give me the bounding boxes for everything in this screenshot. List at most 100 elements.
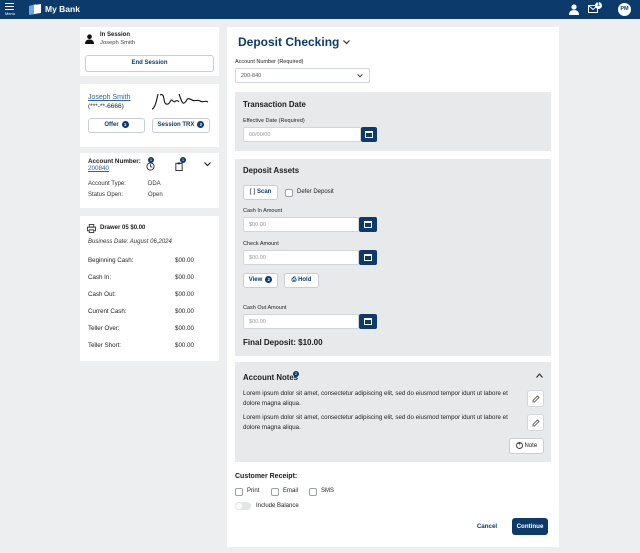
drawer-row-value: $00.00: [175, 308, 194, 315]
drawer-row-label: Teller Short:: [88, 342, 122, 349]
user-icon[interactable]: [569, 4, 579, 15]
chevron-down-icon: [357, 74, 363, 78]
account-number-select[interactable]: 200-840: [235, 68, 370, 83]
printer-icon: [87, 224, 96, 233]
continue-button[interactable]: Continue: [512, 518, 548, 535]
chevron-up-icon[interactable]: [536, 373, 543, 378]
account-notes-title: Account Notes: [243, 373, 299, 382]
clipboard-count-badge: 1: [180, 157, 186, 163]
session-customer-name: Joseph Smith: [100, 40, 136, 46]
hold-button[interactable]: ⎙ Hold: [284, 273, 319, 288]
scan-label: Scan: [257, 189, 272, 195]
account-type-label: Account Type:: [88, 181, 126, 187]
cash-out-label: Cash Out Amount: [243, 305, 287, 311]
drawer-row-value: $00.00: [175, 291, 194, 298]
bank-logo-icon: [29, 4, 41, 15]
cash-in-label: Cash In Amount: [243, 208, 283, 214]
print-checkbox[interactable]: [235, 488, 243, 496]
drawer-row-label: Teller Over:: [88, 325, 120, 332]
scan-button[interactable]: [ ] Scan: [243, 185, 278, 200]
cash-out-calculator-button[interactable]: [359, 314, 377, 329]
title-chevron-down-icon[interactable]: [343, 40, 350, 45]
session-trx-button[interactable]: Session TRX 2: [152, 118, 210, 133]
offer-label: Offer: [104, 122, 119, 128]
person-icon: [85, 34, 94, 44]
account-number-link[interactable]: 200840: [88, 165, 109, 172]
drawer-row-value: $00.00: [175, 257, 194, 264]
calendar-icon: [365, 131, 373, 138]
defer-deposit-checkbox[interactable]: [285, 189, 293, 197]
drawer-row-value: $00.00: [175, 274, 194, 281]
check-amount-label: Check Amount: [243, 241, 279, 247]
include-balance-label: Include Balance: [256, 503, 299, 509]
note-text-line: dolore magna aliqua.: [243, 424, 301, 431]
offer-count-badge: 1: [121, 120, 129, 128]
view-count-badge: 2: [265, 275, 273, 283]
add-note-label: Note: [524, 443, 538, 449]
toggle-knob: [236, 503, 242, 509]
business-date: Business Date: August 06,2024: [88, 239, 172, 245]
sms-label: SMS: [321, 488, 335, 494]
drawer-row-value: $00.00: [175, 342, 194, 349]
clipboard-icon[interactable]: [175, 162, 183, 171]
edit-note-button[interactable]: [527, 390, 544, 407]
session-trx-count-badge: 2: [197, 120, 205, 128]
account-number-select-value: 200-840: [241, 73, 262, 79]
include-balance-toggle[interactable]: [235, 502, 251, 510]
avatar[interactable]: PM: [618, 3, 631, 16]
menu-button[interactable]: Menu: [5, 3, 17, 17]
view-label: View: [248, 277, 263, 283]
account-status-label: Status Open:: [88, 192, 124, 198]
email-checkbox[interactable]: [271, 488, 279, 496]
menu-label: Menu: [5, 11, 16, 16]
offer-button[interactable]: Offer 1: [88, 118, 145, 133]
add-note-button[interactable]: + Note: [509, 438, 544, 454]
transaction-date-title: Transaction Date: [243, 100, 306, 109]
email-label: Email: [283, 488, 299, 494]
customer-name-link[interactable]: Joseph Smith: [88, 94, 130, 101]
check-calculator-button[interactable]: [359, 250, 377, 265]
view-button[interactable]: View 2: [243, 273, 278, 288]
hold-label: Hold: [298, 277, 312, 283]
drawer-row-value: $00.00: [175, 325, 194, 332]
edit-note-button[interactable]: [527, 414, 544, 431]
history-count-badge: 1: [148, 157, 154, 163]
cash-out-input[interactable]: $00.00: [243, 314, 359, 329]
sms-checkbox[interactable]: [309, 488, 317, 496]
hold-icon: ⎙: [291, 277, 297, 283]
note-text-line: Lorem ipsum dolor sit amet, consectetur …: [243, 414, 508, 421]
note-text-line: Lorem ipsum dolor sit amet, consectetur …: [243, 390, 508, 397]
effective-date-label: Effective Date (Required): [243, 118, 305, 124]
final-deposit: Final Deposit: $10.00: [243, 338, 323, 347]
customer-receipt-title: Customer Receipt:: [235, 473, 298, 480]
account-card: Account Number: 200840 1 1 Account Type:…: [80, 153, 219, 208]
account-type-value: DDA: [148, 181, 161, 187]
effective-date-input[interactable]: 00/00/00: [243, 127, 361, 142]
customer-masked-id: (***-**-6666): [88, 103, 124, 110]
plus-circle-icon: +: [515, 441, 523, 449]
drawer-card: Drawer 05 $0.00 Business Date: August 06…: [80, 216, 219, 361]
account-number-field-label: Account Number (Required): [235, 59, 304, 65]
calculator-icon: [364, 221, 372, 228]
drawer-row-label: Current Cash:: [88, 308, 127, 315]
brand-name: My Bank: [45, 4, 80, 14]
session-trx-label: Session TRX: [157, 122, 195, 128]
customer-card: Joseph Smith (***-**-6666) Offer 1 Sessio…: [80, 84, 219, 147]
cancel-button[interactable]: Cancel: [470, 519, 504, 535]
signature-image: [152, 93, 209, 110]
end-session-button[interactable]: End Session: [85, 55, 214, 72]
session-title: In Session: [100, 32, 131, 38]
history-icon[interactable]: [146, 162, 155, 171]
cash-in-input[interactable]: $00.00: [243, 217, 359, 232]
chevron-down-icon[interactable]: [204, 162, 211, 167]
cash-in-calculator-button[interactable]: [359, 217, 377, 232]
note-text-line: dolore magna aliqua.: [243, 400, 301, 407]
drawer-row-label: Cash Out:: [88, 291, 116, 298]
defer-deposit-label: Defer Deposit: [297, 189, 334, 195]
scan-icon: [ ]: [249, 189, 256, 195]
calendar-button[interactable]: [361, 127, 377, 142]
deposit-assets-title: Deposit Assets: [243, 166, 300, 175]
pencil-icon: [532, 395, 540, 403]
check-amount-input[interactable]: $00.00: [243, 250, 359, 265]
drawer-title: Drawer 05 $0.00: [100, 225, 146, 231]
